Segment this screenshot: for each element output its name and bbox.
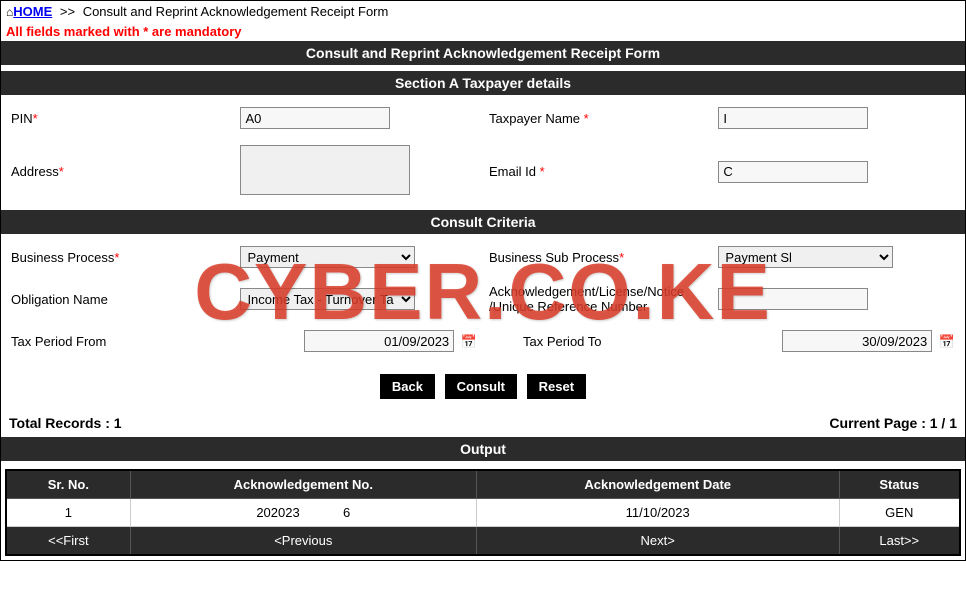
email-label: Email Id	[489, 164, 540, 179]
ack-ref-input[interactable]	[718, 288, 868, 310]
pin-label: PIN	[11, 111, 33, 126]
required-marker: *	[584, 111, 589, 126]
cell-ackno: 202023 6	[130, 499, 476, 527]
required-marker: *	[59, 164, 64, 179]
th-ackno: Acknowledgement No.	[130, 470, 476, 499]
required-marker: *	[619, 250, 624, 265]
page-title: Consult and Reprint Acknowledgement Rece…	[1, 41, 965, 65]
cell-srno: 1	[6, 499, 130, 527]
consult-criteria-header: Consult Criteria	[1, 210, 965, 234]
output-table: Sr. No. Acknowledgement No. Acknowledgem…	[5, 469, 961, 556]
calendar-icon[interactable]: 📅	[461, 334, 477, 350]
tax-to-input[interactable]	[782, 330, 932, 352]
business-process-select[interactable]: Payment	[240, 246, 415, 268]
required-marker: *	[540, 164, 545, 179]
consult-button[interactable]: Consult	[445, 374, 517, 399]
breadcrumb-separator: >>	[56, 4, 79, 19]
required-marker: *	[33, 111, 38, 126]
breadcrumb-current: Consult and Reprint Acknowledgement Rece…	[83, 4, 389, 19]
button-row: Back Consult Reset	[1, 364, 965, 409]
taxpayer-name-input[interactable]	[718, 107, 868, 129]
obligation-select[interactable]: Income Tax - Turnover Ta	[240, 288, 415, 310]
th-status: Status	[839, 470, 960, 499]
reset-button[interactable]: Reset	[527, 374, 586, 399]
cell-status: GEN	[839, 499, 960, 527]
taxpayer-name-label: Taxpayer Name	[489, 111, 584, 126]
address-textarea[interactable]	[240, 145, 410, 195]
business-sub-label: Business Sub Process	[489, 250, 619, 265]
total-records: Total Records : 1	[9, 415, 122, 431]
th-ackdate: Acknowledgement Date	[476, 470, 839, 499]
table-row[interactable]: 1 202023 6 11/10/2023 GEN	[6, 499, 960, 527]
th-srno: Sr. No.	[6, 470, 130, 499]
output-header: Output	[1, 437, 965, 461]
nav-previous[interactable]: <Previous	[130, 527, 476, 556]
mandatory-note: All fields marked with * are mandatory	[1, 22, 965, 41]
email-input[interactable]	[718, 161, 868, 183]
tax-from-input[interactable]	[304, 330, 454, 352]
nav-last[interactable]: Last>>	[839, 527, 960, 556]
required-marker: *	[114, 250, 119, 265]
pin-input[interactable]	[240, 107, 390, 129]
business-process-label: Business Process	[11, 250, 114, 265]
business-sub-select[interactable]: Payment Sl	[718, 246, 893, 268]
obligation-label: Obligation Name	[11, 292, 108, 307]
section-a-header: Section A Taxpayer details	[1, 71, 965, 95]
current-page: Current Page : 1 / 1	[829, 415, 957, 431]
calendar-icon[interactable]: 📅	[939, 334, 955, 350]
back-button[interactable]: Back	[380, 374, 435, 399]
consult-criteria-table: Business Process* Payment Business Sub P…	[5, 238, 961, 360]
breadcrumb: ⌂HOME >> Consult and Reprint Acknowledge…	[1, 1, 965, 22]
nav-next[interactable]: Next>	[476, 527, 839, 556]
tax-to-label: Tax Period To	[523, 334, 602, 349]
records-row: Total Records : 1 Current Page : 1 / 1	[1, 409, 965, 437]
tax-from-label: Tax Period From	[11, 334, 106, 349]
nav-first[interactable]: <<First	[6, 527, 130, 556]
home-link[interactable]: HOME	[13, 4, 52, 19]
address-label: Address	[11, 164, 59, 179]
cell-ackdate: 11/10/2023	[476, 499, 839, 527]
ack-ref-label: Acknowledgement/License/Notice /Unique R…	[489, 284, 684, 314]
taxpayer-details-table: PIN* Taxpayer Name * Address* Email Id *	[5, 99, 961, 206]
